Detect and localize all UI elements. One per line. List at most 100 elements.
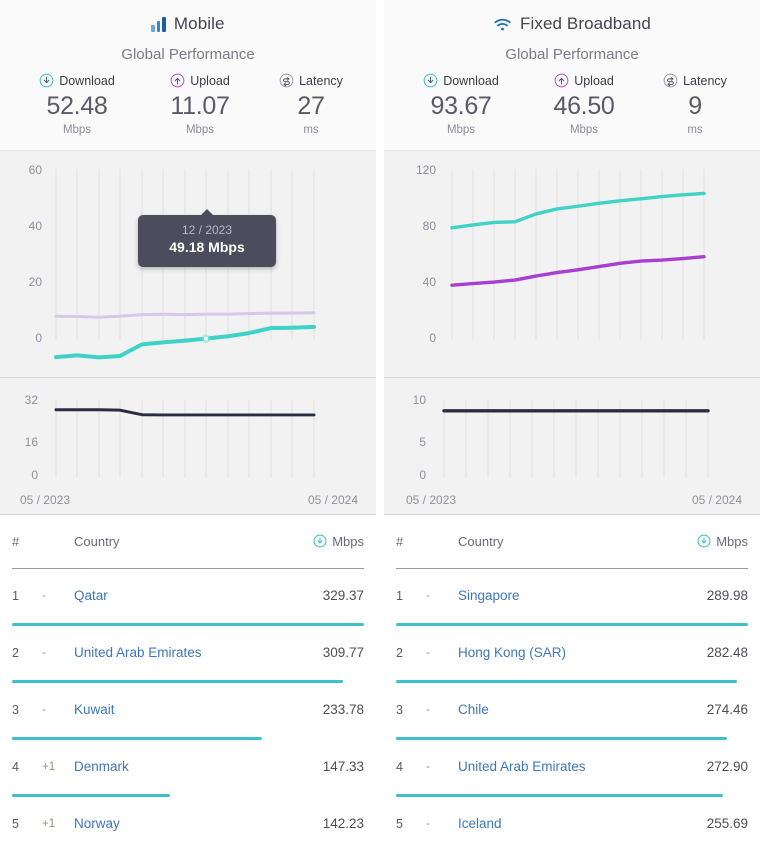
metric-value: 11.07 <box>170 92 230 120</box>
row-delta: - <box>42 646 46 659</box>
tooltip-date: 12 / 2023 <box>181 222 233 237</box>
y-tick: 40 <box>422 274 436 289</box>
row-country[interactable]: United Arab Emirates <box>458 759 656 774</box>
upload-arrow-icon <box>554 73 569 88</box>
row-country[interactable]: Denmark <box>74 759 272 774</box>
mobile-latency-chart[interactable]: 32 16 0 05 / 2023 05 / 2024 <box>0 377 376 515</box>
metric-label: Upload <box>574 73 614 88</box>
row-rank: 2 <box>12 645 19 660</box>
row-value: 233.78 <box>322 702 364 718</box>
row-delta: - <box>42 589 46 602</box>
fixed-speed-plot <box>450 168 706 340</box>
panel-title: Mobile <box>173 14 225 33</box>
y-tick: 0 <box>35 330 42 345</box>
row-country[interactable]: United Arab Emirates <box>74 645 272 660</box>
mobile-title-row: Mobile <box>0 10 376 38</box>
metric-unit: Mbps <box>62 123 92 136</box>
header-value-label: Mbps <box>716 533 748 549</box>
fixed-speed-chart[interactable]: 120 80 40 0 <box>384 150 760 378</box>
row-delta: +1 <box>42 760 56 773</box>
row-value: 282.48 <box>706 645 748 661</box>
metric-value: 9 <box>688 92 702 120</box>
row-country[interactable]: Qatar <box>74 588 272 603</box>
row-rank: 4 <box>12 759 19 774</box>
row-rank: 1 <box>396 588 403 603</box>
y-tick: 32 <box>24 392 38 407</box>
metric-unit: Mbps <box>185 123 215 136</box>
metric-label: Download <box>59 73 115 88</box>
table-row[interactable]: 4 +1 Denmark 147.33 <box>12 740 364 797</box>
row-value: 274.46 <box>706 702 748 718</box>
table-row[interactable]: 1 - Qatar 329.37 <box>12 569 364 626</box>
y-tick: 0 <box>419 467 426 482</box>
panel-subtitle: Global Performance <box>505 46 639 63</box>
mobile-speed-chart[interactable]: 60 40 20 0 12 / 2023 49.18 Mbps <box>0 150 376 378</box>
row-rank: 2 <box>396 645 403 660</box>
metric-value: 46.50 <box>553 92 615 120</box>
metric-label: Latency <box>683 73 727 88</box>
metric-unit: ms <box>687 123 703 136</box>
metric-value: 52.48 <box>46 92 108 120</box>
mobile-hero-card: Mobile Global Performance Download 52.48… <box>0 0 376 151</box>
y-tick: 60 <box>28 162 42 177</box>
table-row[interactable]: 2 - Hong Kong (SAR) 282.48 <box>396 626 748 683</box>
x-axis-start: 05 / 2023 <box>406 492 457 507</box>
metric-download: Download 93.67 Mbps <box>397 73 525 136</box>
table-header: # Country Mbps <box>12 515 364 569</box>
y-tick: 10 <box>412 392 426 407</box>
metric-value: 93.67 <box>430 92 492 120</box>
table-row[interactable]: 1 - Singapore 289.98 <box>396 569 748 626</box>
row-value: 309.77 <box>322 645 364 661</box>
fixed-latency-chart[interactable]: 10 5 0 05 / 2023 05 / 2024 <box>384 377 760 515</box>
row-value: 255.69 <box>706 816 748 832</box>
header-country: Country <box>74 533 120 549</box>
row-country[interactable]: Hong Kong (SAR) <box>458 645 656 660</box>
metric-label: Upload <box>190 73 230 88</box>
row-rank: 3 <box>12 702 19 717</box>
table-row[interactable]: 3 - Kuwait 233.78 <box>12 683 364 740</box>
table-row[interactable]: 4 - United Arab Emirates 272.90 <box>396 740 748 797</box>
table-row[interactable]: 3 - Chile 274.46 <box>396 683 748 740</box>
row-value: 272.90 <box>706 759 748 775</box>
upload-arrow-icon <box>170 73 185 88</box>
fixed-country-table: # Country Mbps 1 - Singapore 289.98 2 - … <box>384 514 760 857</box>
latency-swap-icon <box>663 73 678 88</box>
y-tick: 0 <box>31 467 38 482</box>
download-arrow-icon <box>313 534 327 548</box>
signal-bars-icon <box>151 16 166 32</box>
header-value[interactable]: Mbps <box>656 534 748 549</box>
metric-unit: Mbps <box>446 123 476 136</box>
row-delta: - <box>426 760 430 773</box>
panel-fixed-broadband: Fixed Broadband Global Performance Downl… <box>384 0 760 857</box>
row-value: 289.98 <box>706 588 748 604</box>
row-country[interactable]: Kuwait <box>74 702 272 717</box>
row-country[interactable]: Singapore <box>458 588 656 603</box>
y-tick: 0 <box>429 330 436 345</box>
row-country[interactable]: Iceland <box>458 816 656 831</box>
fixed-title-row: Fixed Broadband <box>384 10 760 38</box>
row-delta: - <box>426 589 430 602</box>
row-rank: 3 <box>396 702 403 717</box>
mobile-metrics: Download 52.48 Mbps Upload 11.07 Mbps La… <box>0 73 376 136</box>
row-rank: 5 <box>396 816 403 831</box>
fixed-metrics: Download 93.67 Mbps Upload 46.50 Mbps La… <box>384 73 760 136</box>
row-rank: 5 <box>12 816 19 831</box>
download-arrow-icon <box>697 534 711 548</box>
download-arrow-icon <box>423 73 438 88</box>
download-arrow-icon <box>39 73 54 88</box>
metric-value: 27 <box>297 92 325 120</box>
table-row[interactable]: 2 - United Arab Emirates 309.77 <box>12 626 364 683</box>
header-value-label: Mbps <box>332 533 364 549</box>
row-country[interactable]: Norway <box>74 816 272 831</box>
metric-download: Download 52.48 Mbps <box>13 73 141 136</box>
header-rank: # <box>396 533 404 549</box>
tooltip-value: 49.18 Mbps <box>169 238 245 255</box>
table-row[interactable]: 5 +1 Norway 142.23 <box>12 797 364 851</box>
y-tick: 16 <box>24 434 38 449</box>
panel-title: Fixed Broadband <box>520 14 651 33</box>
metric-latency: Latency 27 ms <box>259 73 363 136</box>
table-row[interactable]: 5 - Iceland 255.69 <box>396 797 748 851</box>
row-country[interactable]: Chile <box>458 702 656 717</box>
header-value[interactable]: Mbps <box>272 534 364 549</box>
metric-upload: Upload 11.07 Mbps <box>141 73 259 136</box>
